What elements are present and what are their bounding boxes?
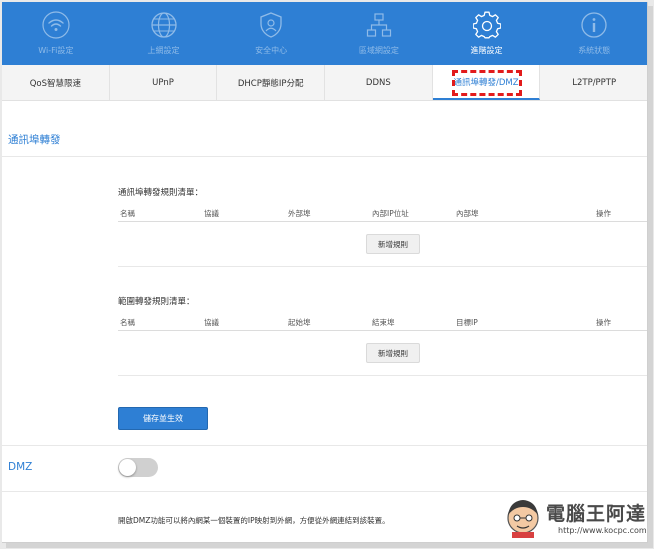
tab-label: DHCP靜態IP分配 [237, 78, 304, 89]
divider [2, 156, 647, 157]
nav-advanced-settings[interactable]: 進階設定 [433, 2, 541, 65]
column-header: 名稱 [120, 209, 135, 218]
nav-lan-settings[interactable]: 區域網設定 [325, 2, 433, 65]
add-range-forward-rule-button[interactable]: 新增規則 [366, 343, 420, 363]
watermark-title: 電腦王阿達 [546, 503, 647, 525]
top-navigation: Wi-Fi設定 上網設定 安全中心 區域網設定 進階設定 系統狀態 [2, 2, 647, 65]
column-header: 目標IP [456, 318, 478, 327]
divider [2, 491, 647, 492]
tab-upnp[interactable]: UPnP [110, 65, 218, 100]
column-header: 名稱 [120, 318, 135, 327]
column-header: 操作 [596, 209, 611, 218]
nav-label: 進階設定 [470, 46, 503, 55]
column-header: 協議 [204, 318, 219, 327]
shield-user-icon [260, 12, 282, 38]
watermark-url: http://www.kocpc.com.tw [558, 526, 647, 535]
tab-dhcp-static-ip[interactable]: DHCP靜態IP分配 [217, 65, 326, 100]
site-watermark: 電腦王阿達 http://www.kocpc.com.tw [500, 495, 647, 542]
nav-label: 上網設定 [147, 46, 180, 55]
router-admin-window: Wi-Fi設定 上網設定 安全中心 區域網設定 進階設定 系統狀態 QoS智慧限… [2, 2, 648, 543]
nav-label: 區域網設定 [358, 46, 399, 55]
wifi-icon [42, 11, 70, 39]
divider [118, 266, 647, 267]
gear-icon [472, 11, 501, 39]
tab-label: L2TP/PPTP [572, 77, 617, 88]
nav-internet-settings[interactable]: 上網設定 [110, 2, 218, 65]
tab-label: QoS智慧限速 [29, 78, 81, 89]
nav-label: 系統狀態 [578, 46, 611, 55]
range-forward-list-title: 範圍轉發規則清單： [118, 297, 195, 307]
nav-system-status[interactable]: 系統狀態 [540, 2, 647, 65]
add-port-forward-rule-button[interactable]: 新增規則 [366, 234, 420, 254]
tab-qos[interactable]: QoS智慧限速 [2, 65, 110, 100]
column-header: 外部埠 [288, 209, 311, 218]
mascot-logo [507, 500, 539, 538]
dmz-description: 開啟DMZ功能可以將內網某一個裝置的IP映射到外網，方便從外網連結到該裝置。 [118, 516, 390, 525]
column-header: 操作 [596, 318, 611, 327]
range-forward-table-header: 名稱 協議 起始埠 結束埠 目標IP 操作 [118, 315, 647, 331]
globe-icon [150, 12, 177, 38]
dmz-label: DMZ [8, 461, 33, 473]
info-icon [581, 12, 607, 38]
divider [118, 375, 647, 376]
column-header: 結束埠 [372, 318, 395, 327]
port-forward-list-title: 通訊埠轉發規則清單： [118, 188, 204, 198]
column-header: 協議 [204, 209, 219, 218]
highlight-annotation [451, 70, 522, 96]
divider [2, 445, 647, 446]
tab-label: DDNS [365, 77, 391, 88]
tab-label: UPnP [152, 77, 174, 88]
nav-label: 安全中心 [255, 46, 288, 55]
tab-l2tp-pptp[interactable]: L2TP/PPTP [540, 65, 647, 100]
nav-label: Wi-Fi設定 [38, 46, 74, 55]
tab-ddns[interactable]: DDNS [325, 65, 433, 100]
nav-wifi-settings[interactable]: Wi-Fi設定 [2, 2, 110, 65]
sub-tab-bar: QoS智慧限速 UPnP DHCP靜態IP分配 DDNS 通訊埠轉發/DMZ L… [2, 65, 647, 101]
nav-security-center[interactable]: 安全中心 [217, 2, 325, 65]
column-header: 內部埠 [456, 209, 479, 218]
column-header: 內部IP位址 [372, 209, 409, 218]
port-forward-table-header: 名稱 協議 外部埠 內部IP位址 內部埠 操作 [118, 206, 647, 222]
network-icon [366, 13, 391, 37]
save-and-apply-button[interactable]: 儲存並生效 [118, 407, 208, 430]
section-title-port-forward: 通訊埠轉發 [8, 134, 61, 146]
tab-port-forward-dmz[interactable]: 通訊埠轉發/DMZ [432, 65, 541, 100]
column-header: 起始埠 [288, 318, 311, 327]
dmz-toggle[interactable] [118, 458, 158, 477]
toggle-knob [119, 459, 136, 476]
